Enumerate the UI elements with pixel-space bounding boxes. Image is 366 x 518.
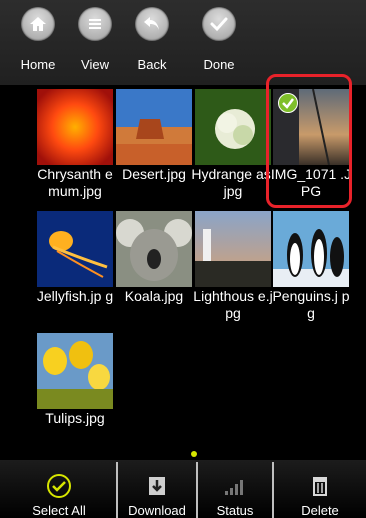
status-label: Status [216, 503, 254, 518]
circle-check-icon [47, 474, 71, 498]
selection-highlight [266, 74, 352, 208]
photo-filename: Hydrange as.jpg [191, 166, 275, 199]
delete-button[interactable]: Delete [274, 460, 366, 518]
done-label: Done [203, 57, 235, 72]
bottom-toolbar: Select All Download Status Delete [0, 460, 366, 518]
photo-thumbnail [116, 211, 192, 287]
home-label: Home [20, 57, 56, 72]
photo-thumbnail [195, 211, 271, 287]
photo-thumbnail [37, 89, 113, 165]
download-label: Download [128, 503, 186, 518]
photo-filename: Desert.jpg [122, 166, 186, 182]
photo-thumbnail [37, 211, 113, 287]
photo-thumbnail [116, 89, 192, 165]
home-icon [21, 7, 55, 41]
select-all-label: Select All [32, 503, 86, 518]
photo-thumbnail [37, 333, 113, 409]
page-indicator [191, 451, 197, 457]
signal-bars-icon [225, 480, 243, 495]
download-icon [149, 477, 165, 495]
photo-filename: Chrysanth emum.jpg [37, 166, 113, 199]
home-button[interactable]: Home [6, 0, 70, 85]
status-button[interactable]: Status [198, 460, 272, 518]
photo-filename: Jellyfish.jp g [36, 288, 114, 304]
list-icon [78, 7, 112, 41]
photo-thumbnail [273, 211, 349, 287]
photo-filename: Penguins.j pg [272, 288, 350, 321]
delete-label: Delete [301, 503, 339, 518]
back-label: Back [137, 57, 167, 72]
checkmark-icon [202, 7, 236, 41]
top-toolbar: Home View Back Done [0, 0, 366, 85]
view-label: View [81, 57, 109, 72]
photo-filename: Koala.jpg [124, 288, 184, 304]
photo-thumbnail [195, 89, 271, 165]
view-button[interactable]: View [63, 0, 127, 85]
back-arrow-icon [135, 7, 169, 41]
done-button[interactable]: Done [187, 0, 251, 85]
select-all-button[interactable]: Select All [0, 460, 118, 518]
photo-filename: Lighthous e.jpg [193, 288, 273, 321]
download-button[interactable]: Download [118, 460, 196, 518]
back-button[interactable]: Back [120, 0, 184, 85]
trash-icon [313, 477, 327, 496]
photo-filename: Tulips.jpg [45, 410, 105, 426]
